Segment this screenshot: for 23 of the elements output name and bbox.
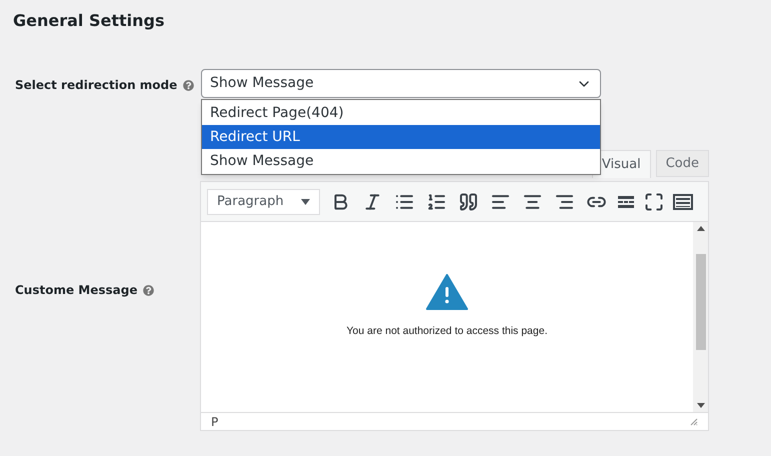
message-text: You are not authorized to access this page.	[346, 324, 548, 339]
help-icon[interactable]	[143, 284, 154, 296]
field-label: Select redirection mode	[15, 77, 178, 94]
editor-tab[interactable]: Code	[656, 150, 709, 177]
read-more-icon[interactable]	[617, 194, 635, 208]
format-select[interactable]: Paragraph	[207, 188, 320, 214]
toolbar-toggle-icon[interactable]	[673, 194, 693, 210]
resize-handle-icon[interactable]	[690, 418, 698, 426]
scroll-up-icon[interactable]	[696, 226, 704, 231]
help-icon[interactable]	[183, 80, 194, 90]
scrollbar-thumb[interactable]	[696, 254, 706, 350]
fullscreen-icon[interactable]	[644, 192, 664, 212]
redirection-select[interactable]: Show Message	[201, 69, 601, 98]
section-heading: General Settings	[13, 10, 164, 32]
caret-icon	[301, 198, 310, 204]
warning-icon	[426, 274, 468, 310]
dropdown-option[interactable]: Redirect Page(404)	[202, 101, 600, 125]
dropdown-option[interactable]: Redirect URL	[202, 125, 600, 149]
scroll-down-icon[interactable]	[696, 403, 704, 408]
quote-icon[interactable]	[457, 192, 480, 212]
field-label: Custome Message	[15, 282, 138, 299]
scrollbar[interactable]	[693, 222, 708, 412]
element-path: P	[211, 414, 218, 430]
